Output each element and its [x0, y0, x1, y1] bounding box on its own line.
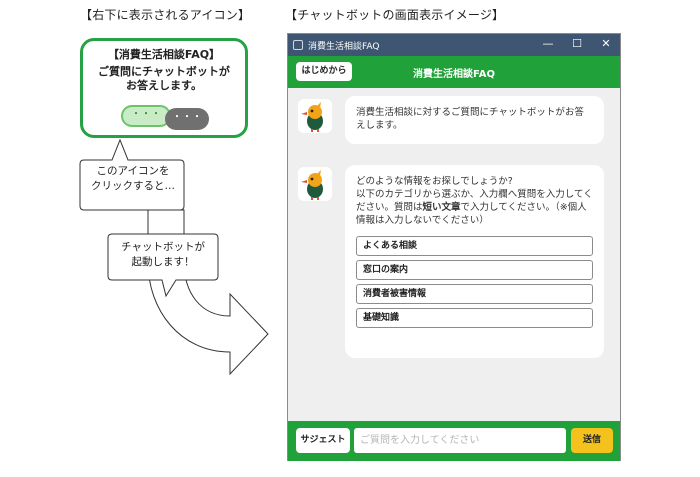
- bird-mascot-icon: [298, 167, 332, 201]
- callout-text-1: このアイコンを クリックすると…: [86, 164, 180, 194]
- question-input[interactable]: [354, 428, 566, 453]
- chatbot-window: 消費生活相談FAQ — ☐ ✕ はじめから 消費生活相談FAQ 消費生活相談に対…: [287, 33, 621, 461]
- category-button-counter-info[interactable]: 窓口の案内: [356, 260, 593, 280]
- chat-header-title: 消費生活相談FAQ: [413, 69, 495, 80]
- suggest-button[interactable]: サジェスト: [296, 428, 350, 453]
- window-title: 消費生活相談FAQ: [308, 42, 380, 52]
- callout-text-1-line1: このアイコンを: [96, 165, 170, 177]
- category-button-basics[interactable]: 基礎知識: [356, 308, 593, 328]
- category-button-damage-info[interactable]: 消費者被害情報: [356, 284, 593, 304]
- minimize-button[interactable]: —: [540, 37, 556, 50]
- callout-text-2-line2: 起動します！: [131, 256, 195, 268]
- bird-mascot-icon: [298, 99, 332, 133]
- bot-message-2: どのような情報をお探しでしょうか? 以下のカテゴリから選ぶか、入力欄へ質問を入力…: [345, 165, 604, 358]
- bot-message-2-text: どのような情報をお探しでしょうか? 以下のカテゴリから選ぶか、入力欄へ質問を入力…: [356, 175, 593, 227]
- window-titlebar[interactable]: 消費生活相談FAQ — ☐ ✕: [288, 34, 620, 56]
- input-bar: サジェスト 送信: [288, 421, 620, 461]
- chat-header: はじめから 消費生活相談FAQ: [288, 56, 620, 88]
- callout-text-2-line1: チャットボットが: [121, 241, 205, 253]
- callout-text-1-line2: クリックすると…: [91, 180, 175, 192]
- category-button-faq[interactable]: よくある相談: [356, 236, 593, 256]
- callout-text-2: チャットボットが 起動します！: [112, 240, 214, 270]
- bot-message-1: 消費生活相談に対するご質問にチャットボットがお答えします。: [345, 96, 604, 144]
- maximize-button[interactable]: ☐: [569, 37, 585, 50]
- bot-message-2-question: どのような情報をお探しでしょうか?: [356, 176, 513, 187]
- bot-message-2-emphasis: 短い文章: [422, 202, 461, 213]
- app-window-icon: [293, 40, 303, 50]
- send-button[interactable]: 送信: [571, 428, 613, 453]
- close-button[interactable]: ✕: [598, 37, 614, 50]
